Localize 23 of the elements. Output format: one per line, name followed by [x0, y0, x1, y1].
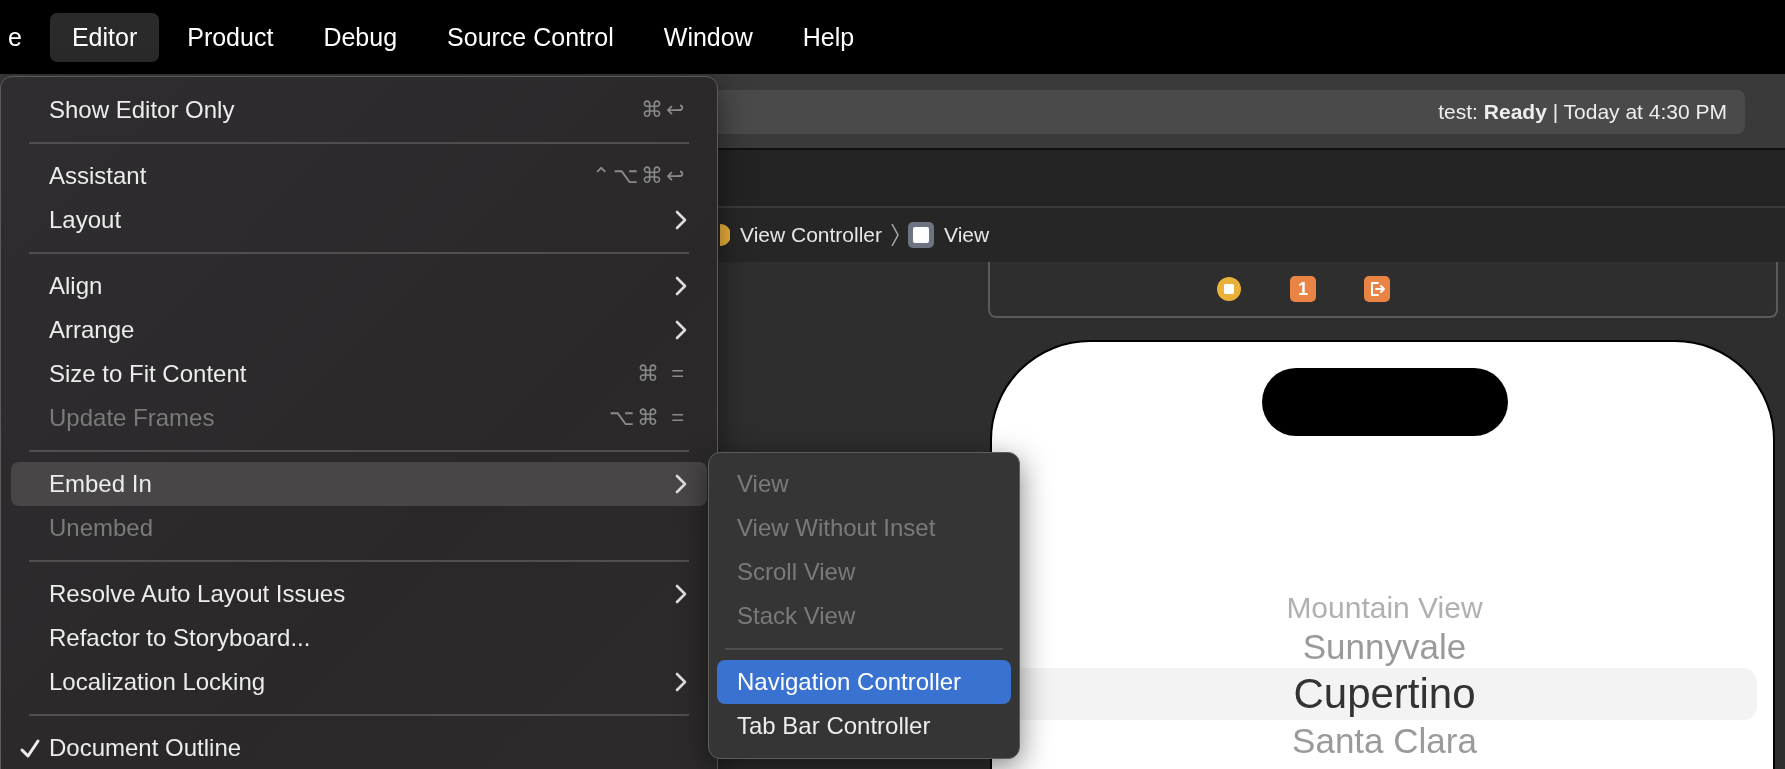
menu-item[interactable]: Assistant ⌃⌥⌘↩ [11, 154, 707, 198]
menu-item[interactable]: Layout [11, 198, 707, 242]
menu-bar-item[interactable]: Product [165, 12, 296, 62]
menu-item[interactable]: Align [11, 264, 707, 308]
menu-item[interactable]: Size to Fit Content ⌘ = [11, 352, 707, 396]
menu-bar-item[interactable]: Editor [49, 12, 160, 62]
menu-bar-item[interactable]: Window [641, 12, 775, 62]
breadcrumb-item[interactable]: View [944, 223, 990, 247]
menu-item[interactable]: Document Outline [11, 726, 707, 769]
menu-item[interactable]: Arrange [11, 308, 707, 352]
menu-item[interactable]: Embed In [11, 462, 707, 506]
menu-bar-item[interactable]: Help [780, 12, 877, 62]
menu-item[interactable]: Localization Locking [11, 660, 707, 704]
menu-item[interactable]: Show Editor Only ⌘↩ [11, 88, 707, 132]
build-status-text: test: Ready | Today at 4:30 PM [1438, 100, 1727, 124]
menu-bar-item[interactable]: e [0, 12, 44, 62]
menu-bar-item[interactable]: Debug [301, 12, 420, 62]
menu-bar-item[interactable]: Source Control [425, 12, 636, 62]
menu-item[interactable]: Tab Bar Controller [717, 704, 1011, 748]
menu-item[interactable]: Resolve Auto Layout Issues [11, 572, 707, 616]
breadcrumb-item[interactable]: View Controller [740, 223, 882, 247]
menu-item[interactable]: Refactor to Storyboard... [11, 616, 707, 660]
menu-item[interactable]: Navigation Controller [717, 660, 1011, 704]
